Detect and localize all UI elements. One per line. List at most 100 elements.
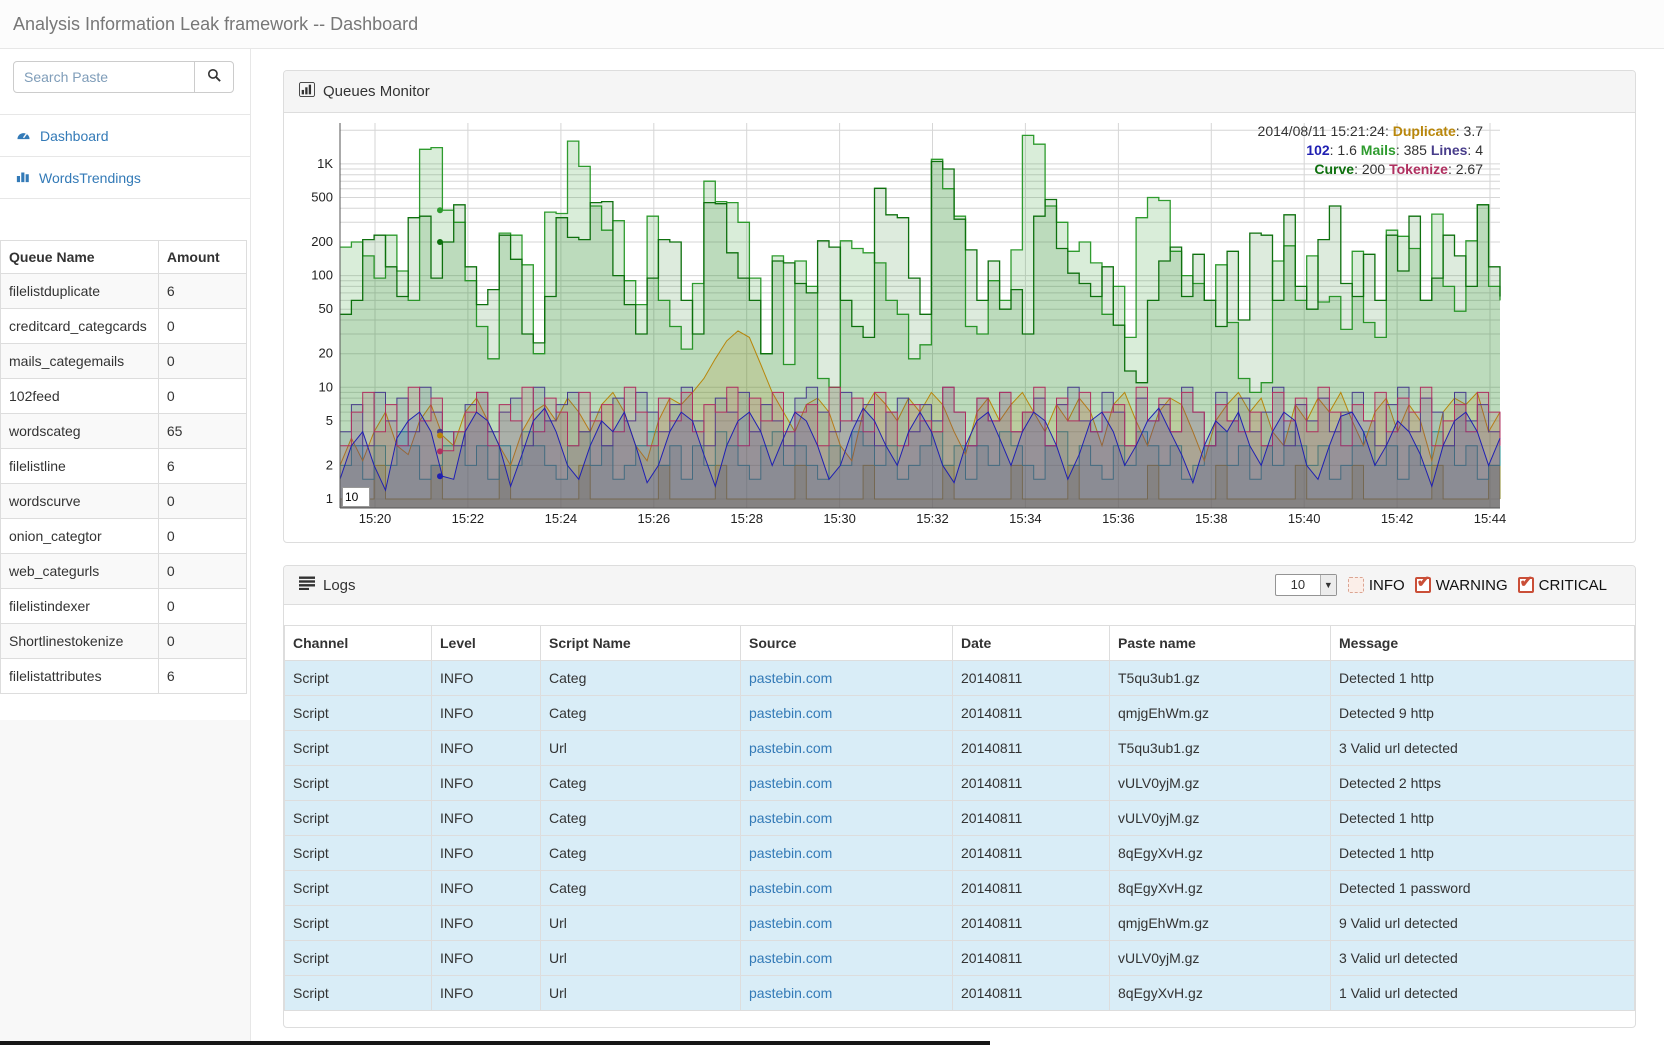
- log-cell: Url: [541, 976, 741, 1011]
- queue-row: filelistattributes6: [1, 659, 247, 694]
- queue-row: wordscurve0: [1, 484, 247, 519]
- log-row: ScriptINFOCategpastebin.com20140811T5qu3…: [285, 661, 1635, 696]
- paste-source-link[interactable]: pastebin.com: [749, 740, 832, 756]
- svg-text:5: 5: [326, 413, 333, 428]
- svg-text:200: 200: [311, 234, 333, 249]
- log-cell: INFO: [432, 731, 541, 766]
- log-row: ScriptINFOCategpastebin.com20140811vULV0…: [285, 766, 1635, 801]
- queue-name-cell: creditcard_categcards: [1, 309, 159, 344]
- logs-header-cell: Source: [741, 626, 953, 661]
- filter-info[interactable]: INFO: [1348, 577, 1405, 594]
- svg-text:15:26: 15:26: [638, 511, 671, 526]
- paste-source-link[interactable]: pastebin.com: [749, 670, 832, 686]
- page-size-select[interactable]: 10 ▼: [1275, 574, 1337, 596]
- svg-text:15:30: 15:30: [823, 511, 856, 526]
- log-cell: INFO: [432, 696, 541, 731]
- log-cell: 20140811: [953, 801, 1110, 836]
- logs-table-header-row: ChannelLevelScript NameSourceDatePaste n…: [285, 626, 1635, 661]
- sidebar: Dashboard WordsTrendings Queue Name Amou…: [0, 49, 251, 1041]
- page: Analysis Information Leak framework -- D…: [0, 0, 1664, 1045]
- page-title: Analysis Information Leak framework -- D…: [0, 0, 418, 48]
- svg-text:15:32: 15:32: [916, 511, 949, 526]
- dashboard-icon: [16, 128, 31, 144]
- log-cell: 3 Valid url detected: [1331, 941, 1635, 976]
- logs-header-cell: Date: [953, 626, 1110, 661]
- paste-source-link[interactable]: pastebin.com: [749, 775, 832, 791]
- queue-row: 102feed0: [1, 379, 247, 414]
- queue-name-header: Queue Name: [1, 241, 159, 274]
- queue-table-wrap: Queue Name Amount filelistduplicate6cred…: [0, 240, 247, 694]
- log-cell: pastebin.com: [741, 696, 953, 731]
- logs-table-body: ScriptINFOCategpastebin.com20140811T5qu3…: [285, 661, 1635, 1011]
- queues-chart-wrap: 1251020501002005001K15:2015:2215:2415:26…: [284, 113, 1635, 543]
- log-cell: Categ: [541, 696, 741, 731]
- log-row: ScriptINFOUrlpastebin.com20140811vULV0yj…: [285, 941, 1635, 976]
- sidebar-item-wordstrendings[interactable]: WordsTrendings: [0, 157, 250, 199]
- queue-amount-cell: 0: [158, 309, 246, 344]
- queue-name-cell: wordscateg: [1, 414, 159, 449]
- queues-panel-heading: Queues Monitor: [284, 71, 1635, 113]
- filter-critical[interactable]: CRITICAL: [1518, 577, 1607, 594]
- paste-source-link[interactable]: pastebin.com: [749, 950, 832, 966]
- svg-text:15:20: 15:20: [359, 511, 392, 526]
- log-cell: 20140811: [953, 976, 1110, 1011]
- log-cell: 20140811: [953, 661, 1110, 696]
- queue-name-cell: filelistline: [1, 449, 159, 484]
- svg-text:100: 100: [311, 268, 333, 283]
- log-row: ScriptINFOCategpastebin.com20140811vULV0…: [285, 801, 1635, 836]
- paste-source-link[interactable]: pastebin.com: [749, 915, 832, 931]
- paste-source-link[interactable]: pastebin.com: [749, 705, 832, 721]
- svg-text:15:34: 15:34: [1009, 511, 1042, 526]
- log-cell: 20140811: [953, 906, 1110, 941]
- log-cell: Url: [541, 941, 741, 976]
- roll-period-input[interactable]: [342, 487, 370, 507]
- svg-text:20: 20: [319, 346, 333, 361]
- paste-source-link[interactable]: pastebin.com: [749, 810, 832, 826]
- paste-source-link[interactable]: pastebin.com: [749, 845, 832, 861]
- log-cell: Categ: [541, 766, 741, 801]
- queue-name-cell: onion_categtor: [1, 519, 159, 554]
- log-cell: Categ: [541, 836, 741, 871]
- queue-amount-cell: 0: [158, 379, 246, 414]
- log-cell: INFO: [432, 801, 541, 836]
- log-cell: Script: [285, 661, 432, 696]
- log-cell: INFO: [432, 766, 541, 801]
- checked-checkbox-icon[interactable]: [1415, 577, 1431, 593]
- search-input[interactable]: [13, 61, 195, 93]
- queue-amount-cell: 0: [158, 484, 246, 519]
- svg-text:1K: 1K: [317, 156, 333, 171]
- log-row: ScriptINFOUrlpastebin.com20140811T5qu3ub…: [285, 731, 1635, 766]
- log-cell: Script: [285, 941, 432, 976]
- queue-name-cell: 102feed: [1, 379, 159, 414]
- search-group: [13, 61, 234, 93]
- log-cell: vULV0yjM.gz: [1110, 801, 1331, 836]
- log-cell: qmjgEhWm.gz: [1110, 696, 1331, 731]
- filter-warning[interactable]: WARNING: [1415, 577, 1508, 594]
- queue-amount-header: Amount: [158, 241, 246, 274]
- unchecked-checkbox-icon[interactable]: [1348, 577, 1364, 593]
- bottom-bar: [0, 1041, 990, 1045]
- log-filters: INFO WARNING CRITICAL: [1348, 577, 1607, 594]
- logs-header-cell: Paste name: [1110, 626, 1331, 661]
- queue-row: filelistindexer0: [1, 589, 247, 624]
- svg-text:15:28: 15:28: [730, 511, 763, 526]
- paste-source-link[interactable]: pastebin.com: [749, 985, 832, 1001]
- search-button[interactable]: [194, 61, 234, 93]
- logs-table: ChannelLevelScript NameSourceDatePaste n…: [284, 625, 1635, 1011]
- log-row: ScriptINFOCategpastebin.com20140811qmjgE…: [285, 696, 1635, 731]
- sidebar-item-dashboard[interactable]: Dashboard: [0, 115, 250, 157]
- checked-checkbox-icon[interactable]: [1518, 577, 1534, 593]
- queue-row: web_categurls0: [1, 554, 247, 589]
- log-cell: Script: [285, 836, 432, 871]
- log-cell: Script: [285, 696, 432, 731]
- queue-name-cell: mails_categemails: [1, 344, 159, 379]
- log-cell: INFO: [432, 836, 541, 871]
- log-cell: Script: [285, 766, 432, 801]
- log-cell: Detected 1 http: [1331, 836, 1635, 871]
- log-cell: Detected 2 https: [1331, 766, 1635, 801]
- paste-source-link[interactable]: pastebin.com: [749, 880, 832, 896]
- queue-amount-cell: 0: [158, 344, 246, 379]
- filter-label: WARNING: [1436, 577, 1508, 594]
- log-cell: 1 Valid url detected: [1331, 976, 1635, 1011]
- logs-panel: Logs 10 ▼ INFOWARNINGCRITICAL ChannelLev…: [283, 565, 1636, 1028]
